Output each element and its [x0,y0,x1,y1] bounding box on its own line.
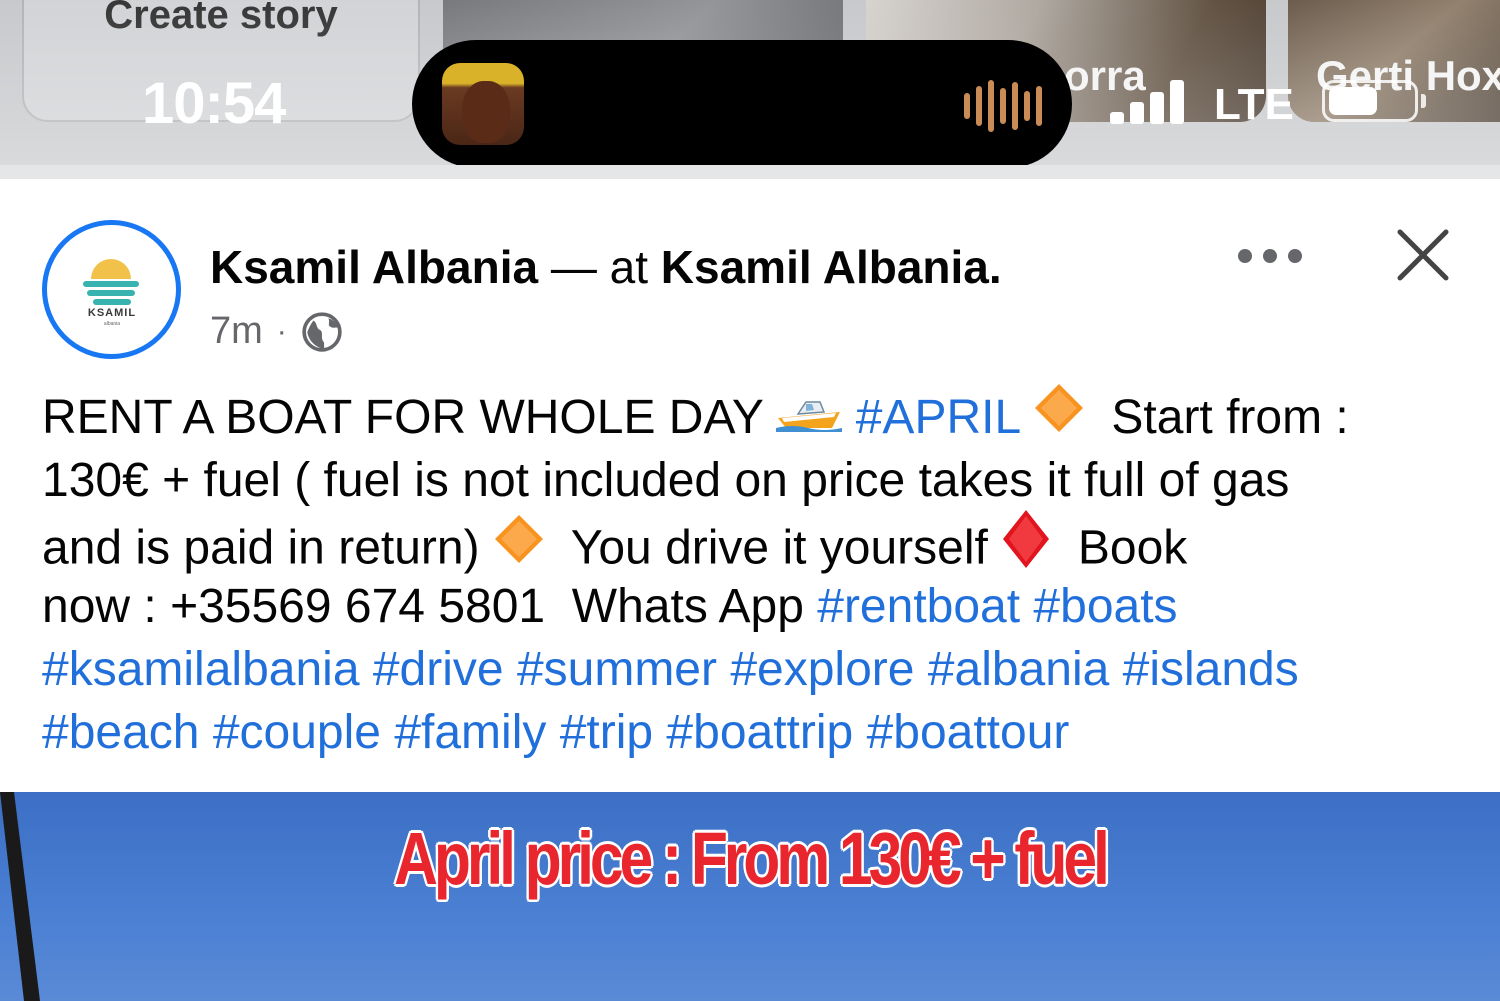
hashtag-link[interactable]: #boats [1033,580,1177,633]
hashtag-link[interactable]: #APRIL [856,391,1020,444]
post-meta: 7m · [210,310,343,353]
hashtag-link[interactable]: #beach [42,706,199,759]
signal-icon [1110,78,1190,124]
post-text-segment [842,391,855,444]
post-text-segment: Book [1051,521,1188,575]
hashtag-link[interactable]: #rentboat [817,580,1020,633]
more-options-button[interactable] [1238,236,1302,276]
meta-dot: · [276,314,287,348]
status-time: 10:54 [142,71,286,136]
hashtag-link[interactable]: #couple [213,706,381,759]
post-text-line: 130€ + fuel ( fuel is not included on pr… [42,449,1462,512]
battery-icon [1322,80,1418,122]
image-price-banner: April price : From 130€ + fuel [394,817,1110,900]
orange-diamond-emoji [493,513,545,581]
post-body: RENT A BOAT FOR WHOLE DAY #APRIL Start f… [42,384,1462,764]
hashtag-link[interactable]: #family [394,706,546,759]
hashtag-link[interactable]: #explore [730,643,914,696]
page-avatar[interactable]: KSAMIL albania [42,220,181,359]
post-text-segment [653,706,666,759]
post-text-segment [546,706,559,759]
boat-mast [0,792,40,1001]
speedboat-emoji [776,385,843,448]
post-text-segment: now : +35569 674 5801 Whats App [42,580,818,633]
post-header-title: Ksamil Albania — at Ksamil Albania. [210,240,1002,294]
post-text-segment [914,643,927,696]
dynamic-island[interactable] [412,40,1072,168]
post-text-segment: RENT A BOAT FOR WHOLE DAY [42,391,777,444]
close-icon[interactable] [1394,226,1452,284]
orange-diamond-emoji [1033,382,1085,450]
post-timestamp[interactable]: 7m [210,310,263,353]
post-text-segment [853,706,866,759]
post-text-segment [360,643,373,696]
post-text-segment: and is paid in return) [42,521,493,575]
globe-icon[interactable] [301,311,343,353]
post-text-segment [1019,391,1032,444]
network-type: LTE [1214,80,1294,129]
post-text-segment: Start from : [1084,391,1349,444]
post-text-line: RENT A BOAT FOR WHOLE DAY #APRIL Start f… [42,384,1462,449]
hashtag-link[interactable]: #trip [560,706,653,759]
audio-wave-icon [964,80,1044,132]
author-name-link[interactable]: Ksamil Albania [210,241,538,293]
hashtag-link[interactable]: #albania [928,643,1110,696]
post-text-segment [717,643,730,696]
post-text-line: #ksamilalbania #drive #summer #explore #… [42,638,1462,701]
post-text-line: now : +35569 674 5801 Whats App #rentboa… [42,575,1462,638]
hashtag-link[interactable]: #islands [1123,643,1299,696]
ksamil-logo: KSAMIL albania [73,251,151,329]
post-text-segment [1020,580,1033,633]
feed-separator [0,165,1500,179]
post-text-line: and is paid in return) You drive it your… [42,510,1462,575]
at-text: at [609,241,649,293]
call-avatar [442,63,524,145]
post-text-line: #beach #couple #family #trip #boattrip #… [42,701,1462,764]
battery-tip [1421,94,1426,108]
hashtag-link[interactable]: #boattrip [666,706,853,759]
hashtag-link[interactable]: #summer [517,643,717,696]
more-icon [1238,249,1252,263]
post-text-segment [1109,643,1122,696]
hashtag-link[interactable]: #ksamilalbania [42,643,360,696]
header-separator: — [550,241,597,293]
hashtag-link[interactable]: #drive [373,643,504,696]
post-text-segment: 130€ + fuel ( fuel is not included on pr… [42,454,1290,507]
create-story-label: Create story [104,0,338,37]
post-text-segment [504,643,517,696]
location-link[interactable]: Ksamil Albania. [661,241,1002,293]
hashtag-link[interactable]: #boattour [867,706,1070,759]
post-text-segment [199,706,212,759]
post-image[interactable]: April price : From 130€ + fuel [0,792,1500,1001]
post-text-segment: You drive it yourself [544,521,1002,575]
post-text-segment [381,706,394,759]
red-diamond-emoji [1001,508,1051,586]
